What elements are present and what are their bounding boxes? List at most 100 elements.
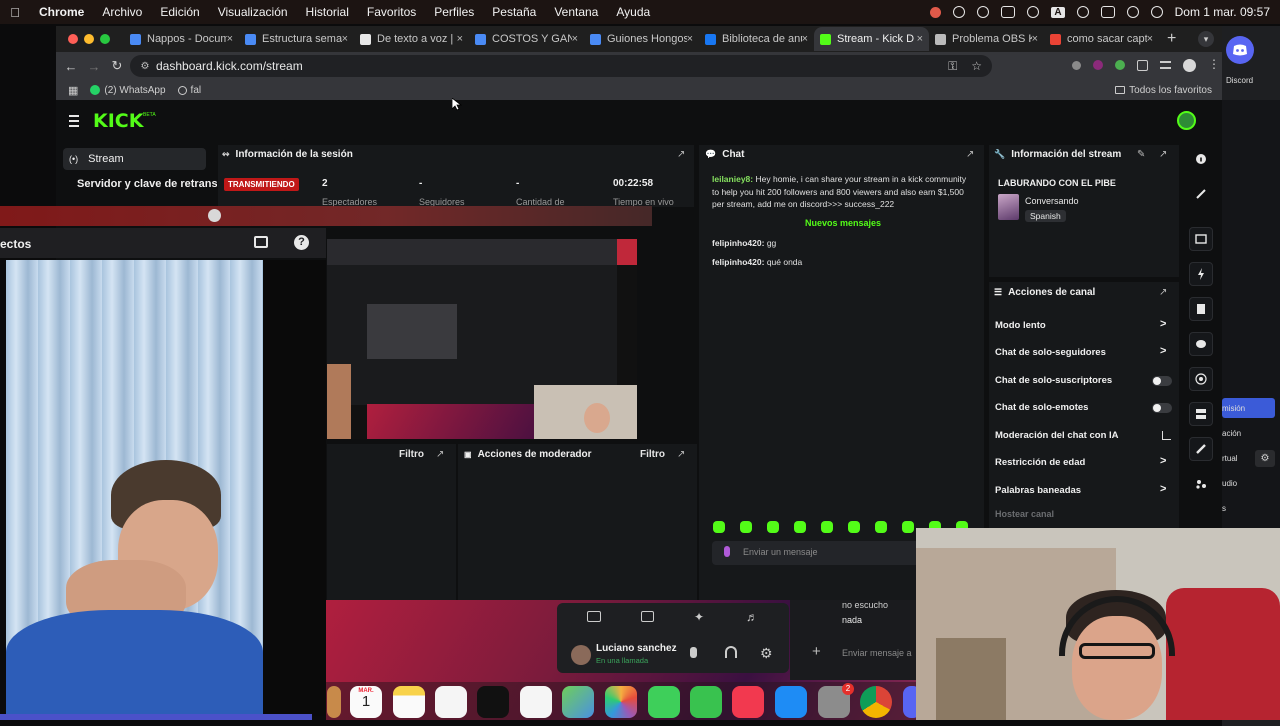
- facetime-icon[interactable]: [690, 686, 722, 718]
- edit-pencil-icon[interactable]: [1189, 182, 1213, 206]
- sidebar-item-stream-keys[interactable]: Servidor y clave de retransmisión: [77, 178, 217, 190]
- chart-icon[interactable]: [1162, 431, 1171, 440]
- new-messages-divider[interactable]: Nuevos mensajes: [712, 218, 974, 228]
- emote-icon[interactable]: [821, 521, 833, 533]
- new-tab-button[interactable]: +: [1167, 30, 1176, 48]
- reading-list-icon[interactable]: [1160, 61, 1171, 69]
- photos-icon[interactable]: [605, 686, 637, 718]
- emote-icon[interactable]: [713, 521, 725, 533]
- kick-logo[interactable]: KICK: [93, 110, 143, 132]
- action-followers-only[interactable]: Chat de solo-seguidores: [995, 347, 1106, 358]
- browser-tab[interactable]: Estructura semanal×: [239, 27, 354, 51]
- zoom-window-button[interactable]: [100, 34, 110, 44]
- address-bar[interactable]: ⚙ dashboard.kick.com/stream ⚿ ☆: [130, 55, 992, 77]
- hamburger-menu-icon[interactable]: [69, 115, 79, 130]
- puzzle-icon[interactable]: [1137, 59, 1148, 71]
- back-button[interactable]: ←: [60, 59, 82, 74]
- browser-tab[interactable]: Problema OBS Kick×: [929, 27, 1044, 51]
- notes-app-icon[interactable]: [393, 686, 425, 718]
- discord-icon[interactable]: [1226, 36, 1254, 64]
- discord-item-label[interactable]: ación: [1222, 429, 1241, 438]
- headphones-icon[interactable]: [977, 6, 990, 18]
- reminders-icon[interactable]: [520, 686, 552, 718]
- action-emotes-only[interactable]: Chat de solo-emotes: [995, 402, 1088, 413]
- chevron-right-icon[interactable]: >: [1160, 455, 1166, 467]
- apps-grid-icon[interactable]: ▦: [68, 84, 78, 97]
- app-store-icon[interactable]: [775, 686, 807, 718]
- discord-item-label[interactable]: rtual: [1222, 454, 1238, 463]
- music-icon[interactable]: [732, 686, 764, 718]
- search-icon[interactable]: [1126, 6, 1139, 18]
- extension-icon[interactable]: [1072, 60, 1081, 70]
- gear-icon[interactable]: [953, 6, 966, 18]
- messages-icon[interactable]: [648, 686, 680, 718]
- dock-app-icon[interactable]: [327, 686, 341, 718]
- screen-share-icon[interactable]: [641, 611, 654, 622]
- control-center-icon[interactable]: [1100, 6, 1115, 18]
- lightning-icon[interactable]: [1189, 262, 1213, 286]
- menu-item[interactable]: Ayuda: [607, 5, 659, 19]
- chat-bubble-icon[interactable]: [1189, 332, 1213, 356]
- kebab-menu-icon[interactable]: ⋮: [1208, 58, 1220, 72]
- screen-icon[interactable]: [254, 236, 268, 248]
- chevron-right-icon[interactable]: >: [1160, 318, 1166, 330]
- wifi-icon[interactable]: [1076, 6, 1089, 18]
- emote-icon[interactable]: [848, 521, 860, 533]
- soundboard-icon[interactable]: ♬: [746, 610, 758, 624]
- close-tab-icon[interactable]: ×: [687, 33, 693, 45]
- action-ai-moderation[interactable]: Moderación del chat con IA: [995, 430, 1119, 441]
- filter-button[interactable]: Filtro: [640, 449, 665, 460]
- chevron-right-icon[interactable]: >: [1160, 483, 1166, 495]
- bookmark-star-icon[interactable]: ☆: [971, 59, 982, 74]
- emote-icon[interactable]: [794, 521, 806, 533]
- call-user-avatar[interactable]: [571, 645, 591, 665]
- close-tab-icon[interactable]: ×: [572, 33, 578, 45]
- menu-item[interactable]: Historial: [297, 5, 358, 19]
- camera-off-icon[interactable]: [587, 611, 601, 622]
- popout-icon[interactable]: ↗: [966, 149, 976, 160]
- plus-icon[interactable]: +: [812, 643, 821, 660]
- emote-icon[interactable]: [767, 521, 779, 533]
- close-tab-icon[interactable]: ×: [802, 33, 808, 45]
- screen-share-icon[interactable]: [1001, 6, 1016, 18]
- discord-item-label[interactable]: misión: [1222, 404, 1245, 413]
- layout-icon[interactable]: [1189, 402, 1213, 426]
- popout-icon[interactable]: ↗: [677, 449, 687, 460]
- forward-button[interactable]: →: [83, 59, 105, 74]
- slider-knob[interactable]: [208, 209, 221, 222]
- minimize-window-button[interactable]: [84, 34, 94, 44]
- close-tab-icon[interactable]: ×: [1032, 33, 1038, 45]
- reload-button[interactable]: ↻: [106, 58, 128, 74]
- profile-avatar[interactable]: [1183, 58, 1196, 72]
- emote-icon[interactable]: [875, 521, 887, 533]
- discord-message-input[interactable]: Enviar mensaje a: [842, 648, 912, 658]
- menu-item[interactable]: Perfiles: [425, 5, 483, 19]
- menu-item[interactable]: Visualización: [209, 5, 297, 19]
- microphone-icon[interactable]: [724, 546, 730, 557]
- maps-icon[interactable]: [562, 686, 594, 718]
- discord-item-label[interactable]: s: [1222, 504, 1226, 513]
- bookmark-whatsapp[interactable]: (2) WhatsApp: [90, 85, 166, 96]
- browser-tab[interactable]: COSTOS Y GANANC×: [469, 27, 584, 51]
- browser-tab[interactable]: Nappos - Documen×: [124, 27, 239, 51]
- clock[interactable]: Dom 1 mar. 09:57: [1175, 5, 1270, 19]
- siri-icon[interactable]: [1150, 6, 1163, 18]
- freeform-icon[interactable]: [435, 686, 467, 718]
- broadcast-icon[interactable]: [1189, 367, 1213, 391]
- sidebar-item-stream[interactable]: (•) Stream: [63, 148, 206, 170]
- extension-icon[interactable]: [1093, 60, 1103, 70]
- chevron-down-icon[interactable]: ▾: [1198, 31, 1214, 47]
- bookmark-fal[interactable]: fal: [177, 85, 201, 96]
- browser-tab[interactable]: Guiones Hongos - D×: [584, 27, 699, 51]
- browser-tab[interactable]: Stream - Kick D ×: [814, 27, 929, 51]
- input-source-icon[interactable]: A: [1051, 6, 1065, 18]
- action-subscribers-only[interactable]: Chat de solo-suscriptores: [995, 375, 1112, 386]
- action-slow-mode[interactable]: Modo lento: [995, 320, 1046, 331]
- discord-item-label[interactable]: udio: [1222, 479, 1237, 488]
- site-info-icon[interactable]: ⚙: [134, 61, 156, 72]
- url-text[interactable]: dashboard.kick.com/stream: [156, 59, 303, 73]
- chat-username[interactable]: felipinho420:: [712, 238, 764, 248]
- apple-tv-icon[interactable]: [477, 686, 509, 718]
- close-tab-icon[interactable]: ×: [457, 33, 463, 45]
- emotes-only-toggle[interactable]: [1152, 403, 1172, 413]
